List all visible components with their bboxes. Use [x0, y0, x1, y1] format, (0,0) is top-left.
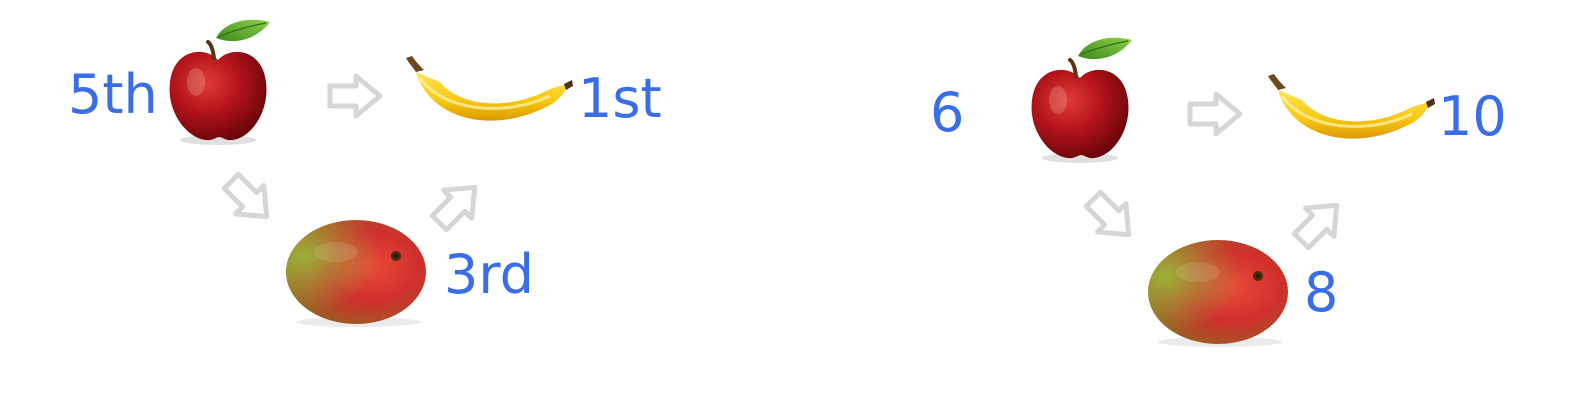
apple-icon	[166, 16, 272, 146]
mango-icon	[284, 218, 430, 328]
mango-count-label: 8	[1304, 261, 1339, 324]
banana-rank-label: 1st	[578, 67, 662, 130]
apple-rank-label: 5th	[68, 63, 158, 126]
hollow-arrow-icon	[429, 178, 484, 233]
mango-icon	[1146, 238, 1292, 348]
banana-icon	[402, 52, 574, 136]
hollow-arrow-icon	[327, 73, 383, 119]
hollow-arrow-icon	[1291, 196, 1346, 251]
apple-count-label: 6	[930, 81, 965, 144]
banana-icon	[1264, 70, 1436, 154]
hollow-arrow-icon	[1187, 91, 1243, 137]
hollow-arrow-icon	[1083, 189, 1138, 244]
apple-icon	[1028, 34, 1134, 164]
mango-rank-label: 3rd	[444, 243, 534, 306]
banana-count-label: 10	[1438, 85, 1507, 148]
hollow-arrow-icon	[221, 171, 276, 226]
